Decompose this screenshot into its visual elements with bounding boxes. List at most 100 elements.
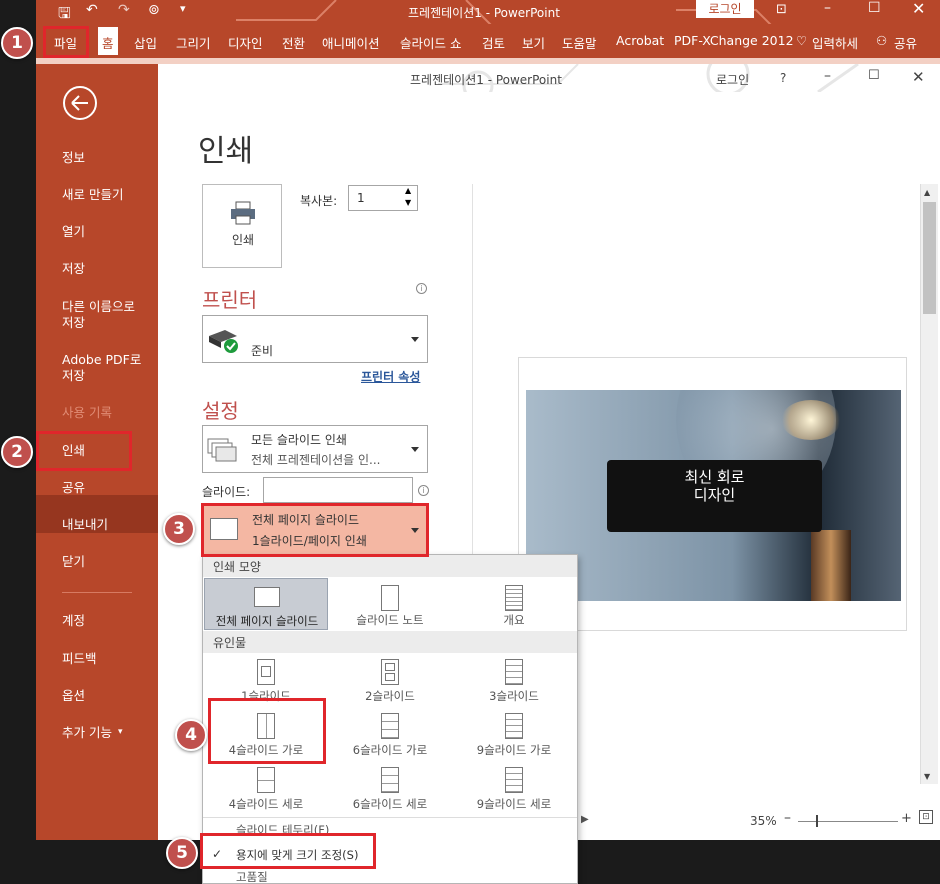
handout-6v-icon[interactable] xyxy=(381,767,399,793)
preview-scrollbar[interactable]: ▲ ▼ xyxy=(920,184,938,784)
share-button[interactable]: 공유 xyxy=(894,33,917,52)
printer-properties-link[interactable]: 프린터 속성 xyxy=(361,368,420,385)
handout-2-icon[interactable] xyxy=(381,659,399,685)
highlight-layout xyxy=(201,503,429,557)
layout-option-full-page[interactable]: 전체 페이지 슬라이드 xyxy=(204,578,328,630)
handout-4v-icon[interactable] xyxy=(257,767,275,793)
inner-close-icon[interactable]: ✕ xyxy=(912,68,925,86)
sidebar-item-account[interactable]: 계정 xyxy=(62,613,85,629)
handout-2-label[interactable]: 2슬라이드 xyxy=(328,688,452,704)
handout-9v-label[interactable]: 9슬라이드 세로 xyxy=(452,796,576,812)
person-icon: ⚇ xyxy=(876,33,888,48)
redo-icon[interactable]: ↷ xyxy=(118,2,130,18)
tab-draw[interactable]: 그리기 xyxy=(176,33,211,52)
zoom-level[interactable]: 35% xyxy=(750,814,777,828)
inner-maximize-icon[interactable]: ☐ xyxy=(868,68,880,83)
sidebar-item-feedback[interactable]: 피드백 xyxy=(62,651,97,667)
window-title: 프레젠테이션1 - PowerPoint xyxy=(408,6,560,20)
print-button-label: 인쇄 xyxy=(232,233,255,247)
handout-9h-icon[interactable] xyxy=(505,713,523,739)
zoom-slider[interactable] xyxy=(798,821,898,822)
tab-transitions[interactable]: 전환 xyxy=(282,33,305,52)
handout-6h-label[interactable]: 6슬라이드 가로 xyxy=(328,742,452,758)
tab-help[interactable]: 도움말 xyxy=(562,33,597,52)
handout-3-label[interactable]: 3슬라이드 xyxy=(452,688,576,704)
print-button[interactable]: 인쇄 xyxy=(202,184,282,268)
sidebar-item-close[interactable]: 닫기 xyxy=(62,554,85,570)
printer-select[interactable]: 준비 xyxy=(202,315,428,363)
sidebar-item-open[interactable]: 열기 xyxy=(62,224,85,240)
outline-page-icon[interactable] xyxy=(505,585,523,611)
handout-9v-icon[interactable] xyxy=(505,767,523,793)
sidebar-item-info[interactable]: 정보 xyxy=(62,150,85,166)
inner-login-link[interactable]: 로그인 xyxy=(716,71,749,88)
step-badge-5: 5 xyxy=(166,837,198,869)
spin-down-icon[interactable]: ▼ xyxy=(405,198,411,207)
tab-home[interactable]: 홈 xyxy=(98,27,118,55)
handout-6h-icon[interactable] xyxy=(381,713,399,739)
minimize-icon[interactable]: – xyxy=(824,0,831,16)
back-arrow-icon[interactable] xyxy=(62,85,98,121)
zoom-in-icon[interactable]: + xyxy=(901,811,912,826)
tab-acrobat[interactable]: Acrobat xyxy=(616,33,664,48)
notes-page-icon[interactable] xyxy=(381,585,399,611)
tell-me-input[interactable]: 입력하세 xyxy=(812,33,858,52)
range-dropdown-caret xyxy=(411,447,419,452)
sidebar-item-save[interactable]: 저장 xyxy=(62,261,85,277)
zoom-slider-thumb[interactable] xyxy=(816,815,818,827)
zoom-out-icon[interactable]: – xyxy=(784,810,791,826)
slides-info-icon[interactable]: i xyxy=(418,485,429,496)
sidebar-item-export[interactable]: 내보내기 xyxy=(62,517,108,533)
tab-pdfxchange[interactable]: PDF-XChange 2012 xyxy=(674,33,794,48)
ribbon-display-icon[interactable]: ⊡ xyxy=(776,2,787,17)
scroll-thumb[interactable] xyxy=(923,202,936,314)
sidebar-item-save-as[interactable]: 다른 이름으로 저장 xyxy=(62,299,142,331)
sidebar-item-new[interactable]: 새로 만들기 xyxy=(62,187,123,203)
handout-3-icon[interactable] xyxy=(505,659,523,685)
print-range-title: 모든 슬라이드 인쇄 xyxy=(251,433,347,447)
high-quality-option[interactable]: 고품질 xyxy=(236,869,268,884)
handout-6v-label[interactable]: 6슬라이드 세로 xyxy=(328,796,452,812)
fit-page-icon[interactable]: ⊡ xyxy=(919,810,933,824)
layout-option-outline-label[interactable]: 개요 xyxy=(452,612,576,628)
inner-minimize-icon[interactable]: – xyxy=(824,68,831,84)
sidebar-item-share[interactable]: 공유 xyxy=(62,480,85,496)
copies-input[interactable]: 1 ▲ ▼ xyxy=(348,185,418,211)
info-icon[interactable]: i xyxy=(416,283,427,294)
scroll-down-icon[interactable]: ▼ xyxy=(924,772,930,781)
layout-option-notes-label[interactable]: 슬라이드 노트 xyxy=(328,612,452,628)
layout-option-full-page-label: 전체 페이지 슬라이드 xyxy=(215,614,319,628)
tab-view[interactable]: 보기 xyxy=(522,33,545,52)
tab-slideshow[interactable]: 슬라이드 쇼 xyxy=(400,33,461,52)
handout-1-icon[interactable] xyxy=(257,659,275,685)
handout-9h-label[interactable]: 9슬라이드 가로 xyxy=(452,742,576,758)
maximize-icon[interactable]: ☐ xyxy=(868,0,881,16)
copies-value: 1 xyxy=(357,191,365,205)
slides-input[interactable] xyxy=(263,477,413,503)
printer-dropdown-caret xyxy=(411,337,419,342)
inner-window-title: 프레젠테이션1 - PowerPoint xyxy=(410,73,562,87)
close-icon[interactable]: ✕ xyxy=(912,0,925,18)
full-page-slide-icon xyxy=(254,587,280,607)
tab-review[interactable]: 검토 xyxy=(482,33,505,52)
help-button[interactable]: ? xyxy=(780,71,786,85)
handout-4v-label[interactable]: 4슬라이드 세로 xyxy=(204,796,328,812)
printer-heading: 프린터 xyxy=(202,288,258,312)
tab-insert[interactable]: 삽입 xyxy=(134,33,157,52)
scroll-up-icon[interactable]: ▲ xyxy=(924,188,930,197)
slideshow-icon[interactable]: ⊚ xyxy=(148,2,160,18)
sidebar-item-addins[interactable]: 추가 기능 xyxy=(62,725,112,741)
login-button[interactable]: 로그인 xyxy=(696,0,754,18)
filament-glow xyxy=(781,400,841,440)
sidebar-item-options[interactable]: 옵션 xyxy=(62,688,85,704)
lightbulb-icon: ♡ xyxy=(796,33,808,48)
sidebar-item-save-pdf[interactable]: Adobe PDF로 저장 xyxy=(62,352,142,384)
next-page-icon[interactable]: ▶ xyxy=(581,814,589,825)
tab-design[interactable]: 디자인 xyxy=(228,33,263,52)
outer-title-bar: 🖫 ↶ ↷ ⊚ ▾ 프레젠테이션1 - PowerPoint 로그인 ⊡ – ☐… xyxy=(36,0,940,51)
tab-animations[interactable]: 애니메이션 xyxy=(322,33,380,52)
spin-up-icon[interactable]: ▲ xyxy=(405,186,411,195)
customize-qat-icon[interactable]: ▾ xyxy=(180,2,186,15)
undo-icon[interactable]: ↶ xyxy=(86,2,98,18)
print-range-select[interactable]: 모든 슬라이드 인쇄 전체 프레젠테이션을 인... xyxy=(202,425,428,473)
